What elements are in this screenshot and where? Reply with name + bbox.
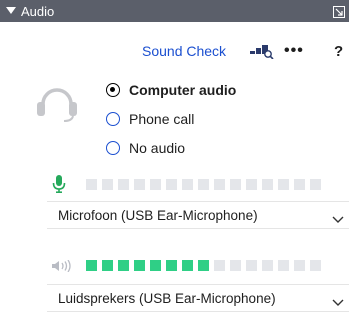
level-segment xyxy=(310,178,321,190)
audio-toolbar: Sound Check ••• ? xyxy=(0,42,349,62)
level-segment xyxy=(166,259,177,271)
level-segment xyxy=(166,178,177,190)
headset-icon xyxy=(36,82,78,122)
audio-meter-view-icon[interactable] xyxy=(250,45,274,64)
level-segment xyxy=(134,259,145,271)
speaker-device-label: Luidsprekers (USB Ear-Microphone) xyxy=(58,290,276,306)
radio-no-audio[interactable] xyxy=(106,141,120,155)
option-label: No audio xyxy=(129,140,186,156)
microphone-select[interactable]: Microfoon (USB Ear-Microphone) xyxy=(47,201,349,229)
collapse-triangle-icon[interactable] xyxy=(6,6,16,16)
level-segment xyxy=(118,178,129,190)
level-segment xyxy=(214,259,225,271)
popout-icon[interactable] xyxy=(333,5,345,18)
level-segment xyxy=(230,178,241,190)
speaker-level-meter xyxy=(52,259,326,273)
level-segment xyxy=(102,178,113,190)
more-options-icon[interactable]: ••• xyxy=(284,43,304,59)
level-segment xyxy=(246,178,257,190)
sound-check-link[interactable]: Sound Check xyxy=(142,43,226,59)
audio-panel-header[interactable]: Audio xyxy=(0,0,349,22)
level-segment xyxy=(150,259,161,271)
level-segment xyxy=(278,259,289,271)
level-segment xyxy=(150,178,161,190)
level-segment xyxy=(294,178,305,190)
level-segment xyxy=(118,259,129,271)
level-segment xyxy=(102,259,113,271)
help-icon[interactable]: ? xyxy=(334,43,343,60)
level-segment xyxy=(182,259,193,271)
option-phone-call[interactable]: Phone call xyxy=(106,109,194,129)
level-segment xyxy=(134,178,145,190)
level-segment xyxy=(182,178,193,190)
option-no-audio[interactable]: No audio xyxy=(106,138,185,158)
level-segment xyxy=(198,178,209,190)
radio-computer-audio[interactable] xyxy=(106,83,120,97)
radio-phone-call[interactable] xyxy=(106,112,120,126)
level-segment xyxy=(262,259,273,271)
level-segment xyxy=(278,178,289,190)
microphone-level-meter xyxy=(52,175,326,194)
level-segment xyxy=(198,259,209,271)
chevron-down-icon xyxy=(332,294,344,306)
option-label: Computer audio xyxy=(129,82,237,98)
speaker-icon xyxy=(52,259,74,273)
level-segment xyxy=(310,259,321,271)
option-computer-audio[interactable]: Computer audio xyxy=(106,80,236,100)
speaker-select[interactable]: Luidsprekers (USB Ear-Microphone) xyxy=(47,284,349,312)
microphone-device-label: Microfoon (USB Ear-Microphone) xyxy=(58,207,258,223)
level-segment xyxy=(230,259,241,271)
level-segment xyxy=(86,178,97,190)
chevron-down-icon xyxy=(332,211,344,223)
microphone-icon xyxy=(52,175,66,194)
level-segment xyxy=(86,259,97,271)
microphone-level-segments xyxy=(86,178,326,190)
option-label: Phone call xyxy=(129,111,195,127)
level-segment xyxy=(294,259,305,271)
level-segment xyxy=(246,259,257,271)
panel-title: Audio xyxy=(21,3,55,19)
level-segment xyxy=(262,178,273,190)
speaker-level-segments xyxy=(86,259,326,271)
level-segment xyxy=(214,178,225,190)
